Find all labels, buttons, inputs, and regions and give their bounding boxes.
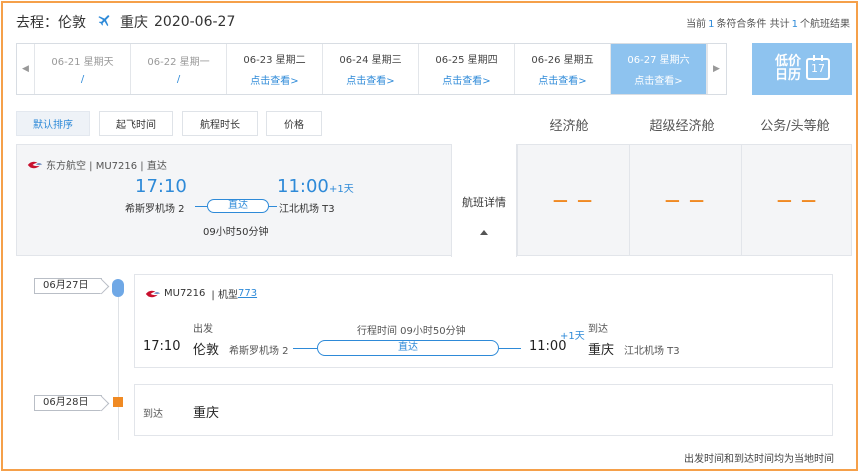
arrival-city: 重庆 — [193, 406, 220, 421]
prev-week-button[interactable]: ◀ — [17, 44, 35, 94]
airplane-icon — [96, 12, 114, 32]
airline-line: 东方航空 | MU7216 | 直达 — [46, 161, 167, 172]
airline-info: 东方航空 | MU7216 | 直达 — [27, 157, 167, 172]
departure-time: 17:10 — [135, 176, 187, 197]
timeline-dot-departure — [112, 279, 124, 297]
segment-flight-no: MU7216 — [164, 288, 206, 299]
segment-departure-airport: 希斯罗机场 2 — [229, 346, 289, 357]
direct-badge: 直达 — [317, 340, 499, 356]
chevron-right-icon: ▶ — [713, 64, 720, 74]
arrival-time: 11:00 — [277, 176, 329, 197]
segment-departure-city: 伦敦 — [193, 343, 220, 358]
arrival-airport: 江北机场 T3 — [279, 204, 335, 215]
sort-departure-time-button[interactable]: 起飞时间 — [99, 111, 173, 136]
cabin-header-economy: 经济舱 — [549, 119, 589, 134]
timeline-line — [118, 290, 119, 440]
flight-detail-toggle[interactable]: 航班详情 — [451, 144, 517, 257]
date-tab-0622[interactable]: 06-22 星期一 / — [131, 44, 227, 94]
date-tab-0626[interactable]: 06-26 星期五 点击查看> — [515, 44, 611, 94]
price-economy[interactable]: — — — [517, 145, 629, 255]
result-count: 1 — [708, 19, 715, 30]
local-time-note: 出发时间和到达时间均为当地时间 — [684, 454, 834, 465]
segment-card: MU7216 | 机型 773 出发 行程时间 09小时50分钟 +1天 到达 … — [134, 274, 833, 368]
route-line — [269, 206, 277, 207]
trip-time: 行程时间 09小时50分钟 — [357, 326, 466, 337]
segment-arrival-city: 重庆 — [588, 343, 615, 358]
result-prefix: 当前 — [686, 19, 707, 30]
date-tab-label: 06-23 星期二 — [243, 55, 306, 66]
date-tab-label: 06-27 星期六 — [627, 55, 690, 66]
price-premium-economy[interactable]: — — — [629, 145, 741, 255]
date-tab-price: / — [176, 74, 181, 85]
trip-origin-label: 去程：伦敦 — [16, 15, 86, 31]
chevron-left-icon: ◀ — [22, 64, 29, 74]
cabin-header-business-first: 公务/头等舱 — [760, 119, 830, 134]
date-tab-price: / — [80, 74, 85, 85]
date-strip: ◀ 06-21 星期天 / 06-22 星期一 / 06-23 星期二 点击查看… — [16, 43, 727, 95]
plus-day-badge: +1天 — [329, 184, 354, 195]
route-line — [195, 206, 207, 207]
trip-date: 2020-06-27 — [154, 14, 236, 30]
segment-header: MU7216 | 机型 773 — [145, 286, 257, 301]
sort-price-button[interactable]: 价格 — [266, 111, 322, 136]
date-tab-label: 06-21 星期天 — [51, 57, 114, 68]
date-tab-link[interactable]: 点击查看> — [250, 72, 298, 87]
date-tab-0627-selected[interactable]: 06-27 星期六 点击查看> — [611, 44, 707, 94]
date-tab-0625[interactable]: 06-25 星期四 点击查看> — [419, 44, 515, 94]
date-tab-label: 06-26 星期五 — [531, 55, 594, 66]
china-eastern-logo-icon — [145, 290, 161, 297]
sort-default-button[interactable]: 默认排序 — [16, 111, 90, 136]
trip-header: 去程：伦敦 重庆 2020-06-27 — [16, 12, 235, 32]
arrival-label: 到达 — [143, 409, 163, 420]
flight-row: 东方航空 | MU7216 | 直达 17:10 11:00 +1天 希斯罗机场… — [16, 144, 853, 257]
direct-badge: 直达 — [207, 199, 269, 213]
depart-label: 出发 — [193, 324, 213, 335]
china-eastern-logo-icon — [27, 161, 43, 168]
date-tab-0623[interactable]: 06-23 星期二 点击查看> — [227, 44, 323, 94]
date-tab-label: 06-22 星期一 — [147, 57, 210, 68]
arrive-label: 到达 — [588, 324, 608, 335]
date-tag-departure: 06月27日 — [34, 278, 102, 294]
aircraft-model-link[interactable]: 773 — [238, 288, 257, 299]
date-tab-link[interactable]: 点击查看> — [538, 72, 586, 87]
route-line — [499, 348, 521, 349]
date-tab-link[interactable]: 点击查看> — [634, 72, 682, 87]
flight-duration: 09小时50分钟 — [203, 227, 269, 238]
flight-detail-label: 航班详情 — [462, 196, 506, 209]
sort-duration-button[interactable]: 航程时长 — [182, 111, 258, 136]
date-tag-arrival: 06月28日 — [34, 395, 102, 411]
result-middle: 条符合条件 共计 — [716, 19, 790, 30]
low-price-calendar-button[interactable]: 低价日历 17 — [752, 43, 852, 95]
result-summary: 当前 1 条符合条件 共计 1 个航班结果 — [686, 15, 850, 30]
date-tab-0624[interactable]: 06-24 星期三 点击查看> — [323, 44, 419, 94]
low-price-calendar-label: 低价日历 — [774, 54, 801, 83]
calendar-icon: 17 — [806, 55, 830, 80]
caret-up-icon — [480, 230, 488, 235]
result-total: 1 — [791, 19, 798, 30]
segment-departure-time: 17:10 — [143, 339, 181, 354]
segment-arrival-time: 11:00 — [529, 339, 567, 354]
date-tab-link[interactable]: 点击查看> — [346, 72, 394, 87]
segment-arrival-airport: 江北机场 T3 — [624, 346, 680, 357]
segment-model-label: | 机型 — [211, 290, 238, 301]
result-suffix: 个航班结果 — [800, 19, 850, 30]
price-business-first[interactable]: — — — [741, 145, 853, 255]
departure-airport: 希斯罗机场 2 — [125, 204, 185, 215]
date-tab-label: 06-24 星期三 — [339, 55, 402, 66]
date-tab-0621[interactable]: 06-21 星期天 / — [35, 44, 131, 94]
timeline-dot-arrival — [113, 397, 123, 407]
route-line — [293, 348, 317, 349]
arrival-card: 到达 重庆 — [134, 384, 833, 436]
trip-destination: 重庆 — [120, 15, 148, 31]
next-week-button[interactable]: ▶ — [707, 44, 725, 94]
date-tab-link[interactable]: 点击查看> — [442, 72, 490, 87]
date-tab-label: 06-25 星期四 — [435, 55, 498, 66]
cabin-header-premium-economy: 超级经济舱 — [649, 119, 715, 134]
